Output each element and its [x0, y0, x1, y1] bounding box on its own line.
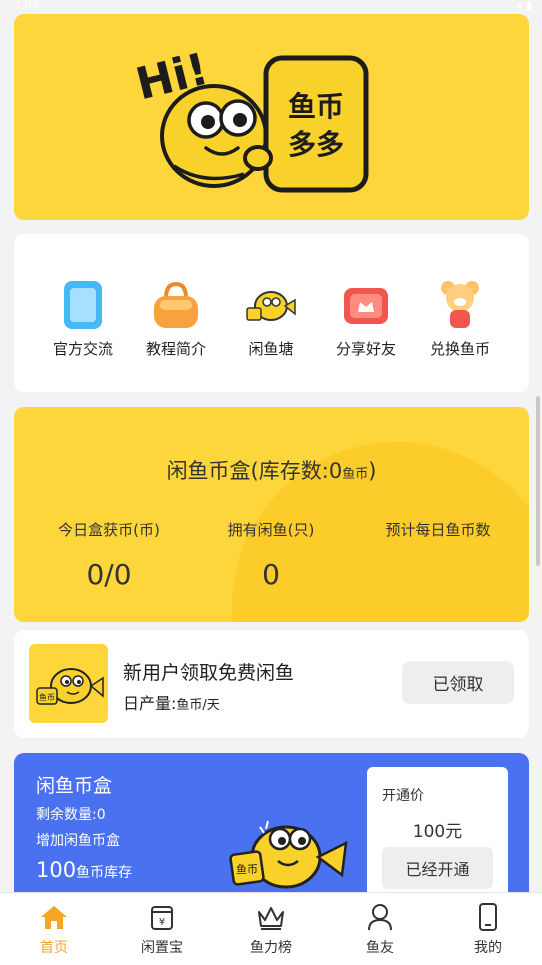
- menu-item-share[interactable]: 分享好友: [320, 278, 412, 359]
- menu-item-label: 官方交流: [52, 340, 113, 358]
- crown-icon: [231, 903, 311, 931]
- offer-daily-output: 日产量:鱼币/天: [123, 694, 220, 713]
- bear-icon: [436, 278, 484, 332]
- status-icons: ▾ ▮: [516, 0, 532, 12]
- hero-banner[interactable]: Hi! 鱼币 多多: [14, 14, 529, 220]
- coin-box-title: 闲鱼币盒: [36, 775, 113, 797]
- offer-title: 新用户领取免费闲鱼: [123, 662, 295, 684]
- stat-daily-estimate: 预计每日鱼币数: [368, 519, 508, 558]
- stat-value: 0: [262, 558, 280, 591]
- tab-home[interactable]: 首页: [14, 903, 94, 957]
- menu-item-label: 分享好友: [335, 340, 396, 358]
- jar-icon: ¥: [122, 903, 202, 931]
- mascot-illustration: Hi! 鱼币 多多: [134, 44, 369, 193]
- banner-badge-line1: 鱼币: [288, 90, 344, 123]
- menu-item-official[interactable]: 官方交流: [37, 278, 129, 359]
- price-panel: 开通价 100元 已经开通: [367, 767, 508, 902]
- status-bar: 7:09 ▾ ▮: [0, 0, 542, 14]
- tab-fish-friends[interactable]: 鱼友: [340, 903, 420, 957]
- tab-ranking[interactable]: 鱼力榜: [231, 903, 311, 957]
- tab-label: 鱼友: [366, 940, 394, 956]
- price-value: 100元: [412, 822, 463, 842]
- menu-item-exchange[interactable]: 兑换鱼币: [414, 278, 506, 359]
- fish-badge-text: 鱼币: [236, 862, 258, 876]
- wallet-icon: [342, 278, 390, 332]
- already-opened-button[interactable]: 已经开通: [382, 847, 493, 889]
- status-time: 7:09: [14, 0, 39, 12]
- stat-label: 今日盒获币(币): [58, 521, 160, 539]
- tab-label: 鱼力榜: [250, 940, 292, 956]
- stat-label: 预计每日鱼币数: [385, 521, 491, 539]
- tab-label: 闲置宝: [141, 940, 183, 956]
- claimed-button[interactable]: 已领取: [402, 661, 514, 704]
- coin-box-remaining: 剩余数量:0: [36, 807, 106, 823]
- phone-icon: [448, 903, 528, 931]
- bag-icon: [152, 278, 200, 332]
- stat-value: 0/0: [86, 558, 132, 591]
- tab-label: 首页: [40, 940, 68, 956]
- tab-idle-treasure[interactable]: ¥ 闲置宝: [122, 903, 202, 957]
- stat-label: 拥有闲鱼(只): [227, 521, 315, 539]
- quick-menu: 官方交流 教程简介 闲鱼塘 分享好友 兑换鱼币: [14, 234, 529, 392]
- banner-badge-line2: 多多: [288, 128, 344, 161]
- person-icon: [340, 903, 420, 931]
- svg-text:¥: ¥: [159, 917, 165, 928]
- coin-box-amount: 100鱼币库存: [36, 858, 133, 882]
- tab-label: 我的: [474, 940, 502, 956]
- fish-thumbnail: 鱼币: [29, 644, 108, 723]
- free-fish-offer: 鱼币 新用户领取免费闲鱼 日产量:鱼币/天 已领取: [14, 630, 529, 738]
- home-icon: [14, 903, 94, 931]
- tablet-icon: [59, 278, 107, 332]
- menu-item-label: 闲鱼塘: [248, 340, 294, 358]
- bottom-tab-bar: 首页 ¥ 闲置宝 鱼力榜 鱼友 我的: [0, 892, 542, 965]
- fish-mascot-icon: 鱼币: [229, 820, 348, 889]
- add-coin-box-link[interactable]: 增加闲鱼币盒: [36, 830, 120, 850]
- stats-title: 闲鱼币盒(库存数:0鱼币): [166, 459, 377, 483]
- menu-item-label: 教程简介: [145, 340, 206, 358]
- stat-today-coins: 今日盒获币(币) 0/0: [44, 519, 174, 591]
- stat-owned-fish: 拥有闲鱼(只) 0: [206, 519, 336, 591]
- tab-mine[interactable]: 我的: [448, 903, 528, 957]
- coin-box-card: 闲鱼币盒 剩余数量:0 增加闲鱼币盒 100鱼币库存 鱼币 开通价 100元 已…: [14, 753, 529, 913]
- fish-icon: [246, 278, 296, 332]
- menu-item-label: 兑换鱼币: [429, 340, 490, 358]
- coin-box-stats: 闲鱼币盒(库存数:0鱼币) 今日盒获币(币) 0/0 拥有闲鱼(只) 0 预计每…: [14, 407, 529, 622]
- menu-item-tutorial[interactable]: 教程简介: [130, 278, 222, 359]
- menu-item-fishpond[interactable]: 闲鱼塘: [225, 278, 317, 359]
- thumb-badge-text: 鱼币: [39, 692, 55, 702]
- scrollbar[interactable]: [536, 396, 540, 566]
- price-label: 开通价: [382, 788, 424, 804]
